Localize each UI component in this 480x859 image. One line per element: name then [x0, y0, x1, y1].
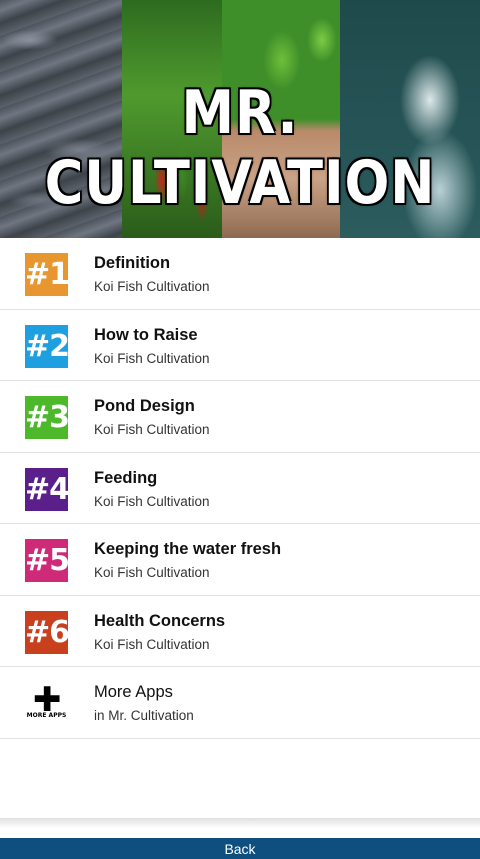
- plus-icon: ✚: [33, 680, 61, 720]
- list-item-keeping-water-fresh[interactable]: #5 Keeping the water fresh Koi Fish Cult…: [0, 524, 480, 596]
- more-apps-badge: ✚ MORE APPS: [25, 682, 68, 725]
- item-title: Definition: [94, 254, 171, 272]
- item-title: Health Concerns: [94, 611, 226, 630]
- item-subtitle: Koi Fish Cultivation: [94, 422, 210, 437]
- number-badge: #5: [25, 539, 70, 582]
- item-subtitle: Koi Fish Cultivation: [94, 636, 210, 652]
- list-item-definition[interactable]: #1 Definition Koi Fish Cultivation: [0, 238, 480, 310]
- list-item-pond-design[interactable]: #3 Pond Design Koi Fish Cultivation: [0, 381, 480, 453]
- item-subtitle: Koi Fish Cultivation: [94, 493, 210, 509]
- item-title: More Apps: [94, 683, 173, 701]
- list-item-health-concerns[interactable]: #6 Health Concerns Koi Fish Cultivation: [0, 595, 480, 667]
- item-subtitle: Koi Fish Cultivation: [94, 350, 210, 366]
- list-item-feeding[interactable]: #4 Feeding Koi Fish Cultivation: [0, 452, 480, 524]
- list-item-how-to-raise[interactable]: #2 How to Raise Koi Fish Cultivation: [0, 309, 480, 381]
- banner-title: MR. CULTIVATION: [44, 78, 436, 218]
- number-badge: #1: [25, 253, 70, 296]
- number-badge: #4: [25, 467, 70, 511]
- more-apps-icon-label: MORE APPS: [26, 712, 67, 719]
- item-title: Feeding: [94, 468, 158, 487]
- number-badge: #6: [25, 610, 70, 654]
- number-badge: #3: [25, 396, 70, 439]
- topic-list: #1 Definition Koi Fish Cultivation #2 Ho…: [0, 238, 480, 739]
- item-title: How to Raise: [94, 325, 198, 344]
- item-title: Pond Design: [94, 397, 195, 415]
- list-item-more-apps[interactable]: ✚ MORE APPS More Apps in Mr. Cultivation: [0, 667, 480, 739]
- header-banner: MR. CULTIVATION: [0, 0, 480, 238]
- number-badge: #2: [25, 324, 70, 368]
- item-title: Keeping the water fresh: [94, 540, 282, 558]
- list-bottom-shadow: [0, 818, 480, 828]
- item-subtitle: Koi Fish Cultivation: [94, 565, 210, 580]
- back-button[interactable]: Back: [0, 838, 480, 859]
- item-subtitle: in Mr. Cultivation: [94, 708, 194, 723]
- item-subtitle: Koi Fish Cultivation: [94, 279, 210, 294]
